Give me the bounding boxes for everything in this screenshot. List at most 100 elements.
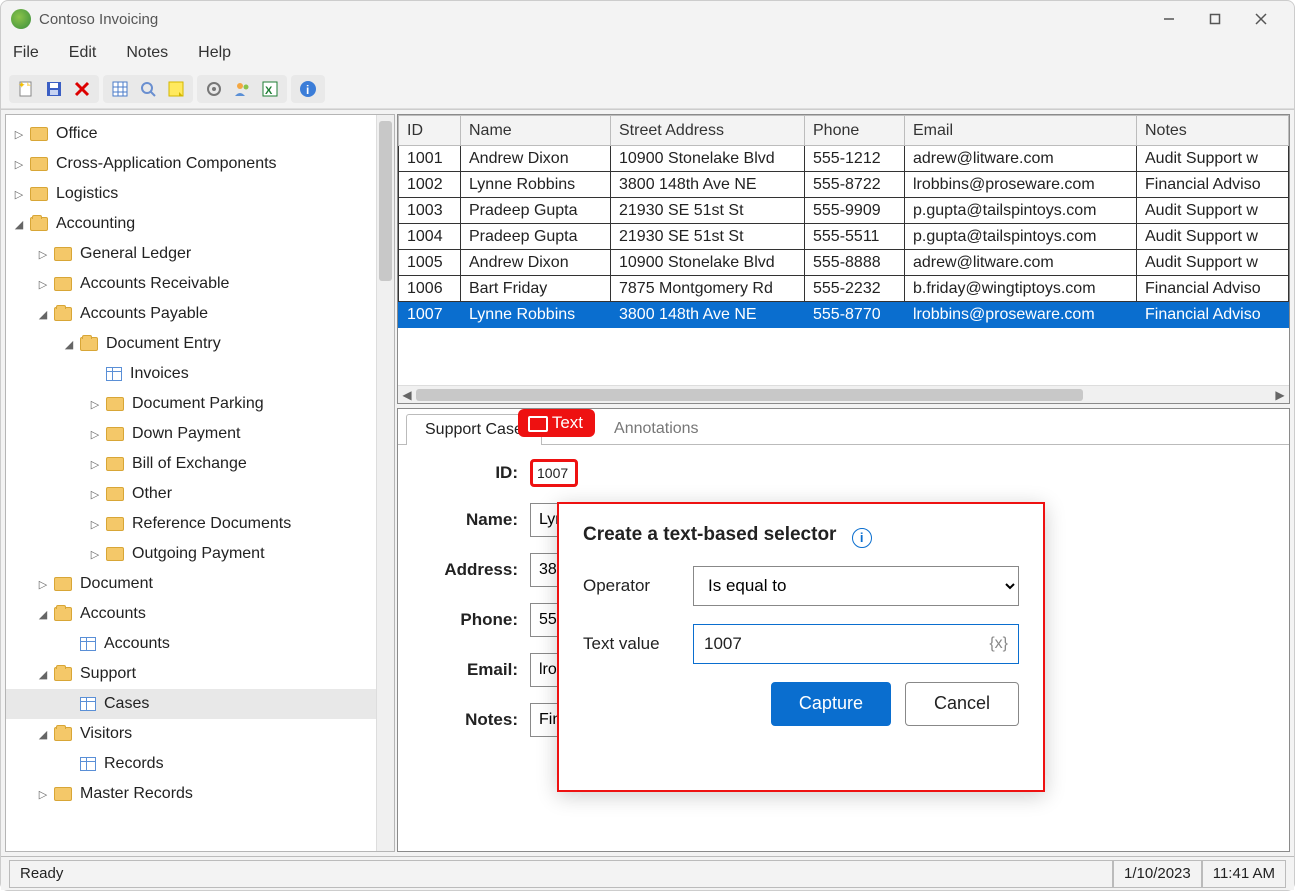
folder-icon bbox=[106, 427, 124, 441]
folder-icon bbox=[80, 337, 98, 351]
expand-arrow-icon[interactable]: ▷ bbox=[36, 247, 50, 261]
minimize-button[interactable] bbox=[1146, 4, 1192, 34]
delete-icon[interactable] bbox=[71, 78, 93, 100]
tree-item[interactable]: ▷Master Records bbox=[6, 779, 394, 809]
folder-icon bbox=[106, 457, 124, 471]
note-icon[interactable] bbox=[165, 78, 187, 100]
info-icon[interactable]: i bbox=[297, 78, 319, 100]
tree-item[interactable]: Accounts bbox=[6, 629, 394, 659]
tree-item[interactable]: ◢Visitors bbox=[6, 719, 394, 749]
variable-icon[interactable]: {x} bbox=[989, 635, 1008, 653]
form-label: Notes: bbox=[418, 710, 518, 730]
tree-item[interactable]: ▷Logistics bbox=[6, 179, 394, 209]
tree-item[interactable]: ◢Document Entry bbox=[6, 329, 394, 359]
tree-item[interactable]: ◢Support bbox=[6, 659, 394, 689]
tree-item[interactable]: ▷Bill of Exchange bbox=[6, 449, 394, 479]
expand-arrow-icon[interactable]: ▷ bbox=[88, 517, 102, 531]
expand-arrow-icon[interactable]: ◢ bbox=[36, 607, 50, 621]
tree-item[interactable]: ◢Accounts Payable bbox=[6, 299, 394, 329]
column-header[interactable]: Name bbox=[461, 116, 611, 146]
column-header[interactable]: ID bbox=[399, 116, 461, 146]
expand-arrow-icon[interactable]: ▷ bbox=[12, 127, 26, 141]
status-time: 11:41 AM bbox=[1202, 860, 1286, 888]
users-icon[interactable] bbox=[231, 78, 253, 100]
expand-arrow-icon[interactable]: ▷ bbox=[36, 577, 50, 591]
grid-hscrollbar[interactable]: ◀ ▶ bbox=[398, 385, 1289, 403]
column-header[interactable]: Email bbox=[905, 116, 1137, 146]
table-row[interactable]: 1005Andrew Dixon10900 Stonelake Blvd555-… bbox=[399, 250, 1289, 276]
operator-label: Operator bbox=[583, 576, 693, 596]
nav-tree[interactable]: ▷Office▷Cross-Application Components▷Log… bbox=[6, 115, 394, 851]
textvalue-input[interactable]: 1007 {x} bbox=[693, 624, 1019, 664]
tree-scrollbar[interactable] bbox=[376, 115, 394, 851]
tree-item[interactable]: ▷Office bbox=[6, 119, 394, 149]
expand-arrow-icon[interactable]: ▷ bbox=[36, 277, 50, 291]
menu-file[interactable]: File bbox=[9, 40, 43, 66]
expand-arrow-icon[interactable]: ◢ bbox=[62, 337, 76, 351]
table-row[interactable]: 1006Bart Friday7875 Montgomery Rd555-223… bbox=[399, 276, 1289, 302]
id-field-highlighted[interactable]: 1007 bbox=[530, 459, 578, 487]
tree-item[interactable]: ▷Reference Documents bbox=[6, 509, 394, 539]
scroll-left-icon[interactable]: ◀ bbox=[398, 386, 416, 404]
operator-select[interactable]: Is equal to bbox=[693, 566, 1019, 606]
maximize-button[interactable] bbox=[1192, 4, 1238, 34]
table-row[interactable]: 1001Andrew Dixon10900 Stonelake Blvd555-… bbox=[399, 146, 1289, 172]
table-row[interactable]: 1004Pradeep Gupta21930 SE 51st St555-551… bbox=[399, 224, 1289, 250]
table-row[interactable]: 1007Lynne Robbins3800 148th Ave NE555-87… bbox=[399, 302, 1289, 328]
folder-icon bbox=[54, 727, 72, 741]
save-icon[interactable] bbox=[43, 78, 65, 100]
expand-arrow-icon bbox=[62, 697, 76, 711]
tree-item[interactable]: ◢Accounts bbox=[6, 599, 394, 629]
column-header[interactable]: Street Address bbox=[611, 116, 805, 146]
expand-arrow-icon[interactable]: ▷ bbox=[88, 397, 102, 411]
expand-arrow-icon[interactable]: ▷ bbox=[88, 457, 102, 471]
expand-arrow-icon[interactable]: ▷ bbox=[88, 427, 102, 441]
expand-arrow-icon[interactable]: ▷ bbox=[88, 487, 102, 501]
cancel-button[interactable]: Cancel bbox=[905, 682, 1019, 726]
menu-edit[interactable]: Edit bbox=[65, 40, 101, 66]
scroll-right-icon[interactable]: ▶ bbox=[1271, 386, 1289, 404]
tree-item[interactable]: ▷Down Payment bbox=[6, 419, 394, 449]
tree-item[interactable]: ▷General Ledger bbox=[6, 239, 394, 269]
tree-item[interactable]: ▷Outgoing Payment bbox=[6, 539, 394, 569]
expand-arrow-icon[interactable]: ◢ bbox=[36, 667, 50, 681]
menubar: File Edit Notes Help bbox=[1, 37, 1294, 69]
search-icon[interactable] bbox=[137, 78, 159, 100]
tab-annotations[interactable]: Annotations bbox=[595, 413, 718, 444]
tree-item[interactable]: ▷Accounts Receivable bbox=[6, 269, 394, 299]
table-row[interactable]: 1003Pradeep Gupta21930 SE 51st St555-990… bbox=[399, 198, 1289, 224]
folder-icon bbox=[106, 517, 124, 531]
excel-icon[interactable]: X bbox=[259, 78, 281, 100]
expand-arrow-icon[interactable]: ▷ bbox=[36, 787, 50, 801]
column-header[interactable]: Phone bbox=[805, 116, 905, 146]
menu-notes[interactable]: Notes bbox=[122, 40, 172, 66]
tree-item[interactable]: Invoices bbox=[6, 359, 394, 389]
table-row[interactable]: 1002Lynne Robbins3800 148th Ave NE555-87… bbox=[399, 172, 1289, 198]
capture-button[interactable]: Capture bbox=[771, 682, 891, 726]
expand-arrow-icon[interactable]: ▷ bbox=[88, 547, 102, 561]
titlebar: Contoso Invoicing bbox=[1, 1, 1294, 37]
expand-arrow-icon[interactable]: ◢ bbox=[36, 727, 50, 741]
tree-item[interactable]: ▷Other bbox=[6, 479, 394, 509]
column-header[interactable]: Notes bbox=[1137, 116, 1289, 146]
expand-arrow-icon[interactable]: ▷ bbox=[12, 187, 26, 201]
tree-item[interactable]: Cases bbox=[6, 689, 394, 719]
info-icon[interactable]: i bbox=[852, 528, 872, 548]
settings-icon[interactable] bbox=[203, 78, 225, 100]
grid-icon[interactable] bbox=[109, 78, 131, 100]
expand-arrow-icon[interactable]: ▷ bbox=[12, 157, 26, 171]
tree-item[interactable]: ▷Document Parking bbox=[6, 389, 394, 419]
tree-item[interactable]: ◢Accounting bbox=[6, 209, 394, 239]
tree-item[interactable]: ▷Document bbox=[6, 569, 394, 599]
text-selector-badge[interactable]: Text bbox=[518, 409, 595, 437]
expand-arrow-icon[interactable]: ◢ bbox=[36, 307, 50, 321]
grid-table[interactable]: IDNameStreet AddressPhoneEmailNotes1001A… bbox=[398, 115, 1289, 328]
menu-help[interactable]: Help bbox=[194, 40, 235, 66]
expand-arrow-icon[interactable]: ◢ bbox=[12, 217, 26, 231]
close-button[interactable] bbox=[1238, 4, 1284, 34]
tree-item[interactable]: ▷Cross-Application Components bbox=[6, 149, 394, 179]
data-grid: IDNameStreet AddressPhoneEmailNotes1001A… bbox=[397, 114, 1290, 404]
new-doc-icon[interactable]: ✦ bbox=[15, 78, 37, 100]
tree-item[interactable]: Records bbox=[6, 749, 394, 779]
form-label: Address: bbox=[418, 560, 518, 580]
